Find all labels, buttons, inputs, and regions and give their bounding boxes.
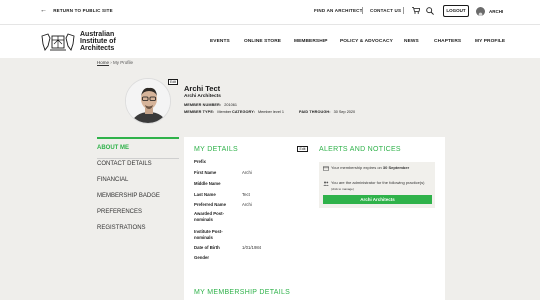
sidebar-item-contact-details[interactable]: CONTACT DETAILS	[97, 161, 152, 167]
field-value: 1/01/1984	[242, 245, 262, 250]
return-to-public-site-link[interactable]: ← RETURN TO PUBLIC SITE	[40, 6, 113, 14]
field-value: Archi	[242, 202, 252, 207]
sidebar-item-membership-badge[interactable]: MEMBERSHIP BADGE	[97, 193, 160, 199]
meta-label: PAID THROUGH:	[299, 110, 331, 114]
field-label: Gender	[194, 255, 210, 260]
nav-online-store[interactable]: ONLINE STORE	[244, 39, 281, 44]
divider	[403, 7, 404, 14]
contact-us-link[interactable]: CONTACT US	[370, 8, 401, 13]
meta-label: MEMBER TYPE:	[184, 110, 215, 114]
users-icon	[323, 181, 329, 186]
membership-details-title: MY MEMBERSHIP DETAILS	[194, 289, 291, 296]
member-number: MEMBER NUMBER: 201061	[184, 103, 237, 107]
nav-chapters[interactable]: CHAPTERS	[434, 39, 461, 44]
practice-button[interactable]: Archi Architects	[323, 195, 432, 204]
breadcrumb-home[interactable]: Home	[97, 60, 109, 65]
expiry-notice: Your membership expires on 30 September	[331, 165, 409, 171]
field-value: Archi	[242, 170, 252, 175]
sidebar-item-preferences[interactable]: PREFERENCES	[97, 209, 142, 215]
breadcrumb-current: My Profile	[113, 60, 134, 65]
meta-value: Member	[217, 110, 232, 114]
search-icon[interactable]	[426, 7, 434, 15]
find-architect-link[interactable]: FIND AN ARCHITECT	[314, 8, 363, 13]
sidebar-item-financial[interactable]: FINANCIAL	[97, 177, 128, 183]
brand-name[interactable]: Australian Institute of Architects	[80, 31, 116, 53]
aia-crest-logo[interactable]	[40, 32, 76, 52]
field-label: Preferred Name	[194, 202, 227, 207]
divider	[362, 7, 363, 14]
breadcrumb-separator: ›	[110, 60, 112, 65]
field-label: Last Name	[194, 192, 216, 197]
meta-label: MEMBER NUMBER:	[184, 103, 222, 107]
nav-events[interactable]: EVENTS	[210, 39, 230, 44]
brand-line: Institute of	[80, 38, 116, 46]
nav-policy-advocacy[interactable]: POLICY & ADVOCACY	[340, 39, 393, 44]
admin-notice: You are the administrator for the follow…	[331, 180, 431, 192]
paid-through: PAID THROUGH: 30 Sep 2020	[299, 110, 355, 114]
logout-button[interactable]: LOGOUT	[443, 5, 469, 17]
main-navbar: Australian Institute of Architects EVENT…	[0, 24, 540, 58]
admin-hint: (click to manage)	[331, 186, 354, 191]
nav-news[interactable]: NEWS	[404, 39, 419, 44]
field-label: Prefix	[194, 159, 206, 164]
user-avatar[interactable]	[476, 7, 485, 16]
nav-my-profile[interactable]: MY PROFILE	[475, 39, 505, 44]
my-details-title: MY DETAILS	[194, 146, 238, 153]
return-label: RETURN TO PUBLIC SITE	[53, 8, 113, 13]
expiry-date: 30 September	[382, 165, 410, 170]
edit-photo-button[interactable]: Edit	[168, 79, 178, 85]
top-utility-bar: ← RETURN TO PUBLIC SITE FIND AN ARCHITEC…	[0, 0, 540, 24]
meta-value: Member level 1	[257, 110, 284, 114]
arrow-left-icon: ←	[40, 6, 48, 14]
field-label: Institute Post-nominals	[194, 229, 223, 240]
expiry-text: Your membership expires on	[331, 165, 382, 170]
field-label: Date of Birth	[194, 245, 220, 250]
admin-text: You are the administrator for the follow…	[331, 180, 425, 185]
brand-line: Architects	[80, 45, 115, 53]
cart-icon[interactable]	[412, 7, 420, 14]
brand-line: Australian	[80, 31, 115, 38]
field-label: Middle Name	[194, 181, 221, 186]
meta-value: 30 Sep 2020	[333, 110, 356, 114]
nav-membership[interactable]: MEMBERSHIP	[294, 39, 328, 44]
member-type: MEMBER TYPE: Member	[184, 110, 231, 114]
profile-photo	[125, 78, 171, 124]
field-label: Awarded Post-nominals	[194, 211, 225, 222]
profile-organisation: Archi Architects	[184, 94, 221, 99]
active-tab-indicator	[97, 137, 179, 139]
edit-details-button[interactable]: Edit	[297, 146, 308, 152]
sidebar-item-about-me[interactable]: ABOUT ME	[97, 145, 129, 151]
field-label: First Name	[194, 170, 217, 175]
alerts-title: ALERTS AND NOTICES	[319, 146, 401, 153]
meta-value: 201061	[224, 103, 237, 107]
meta-label: CATEGORY:	[232, 110, 255, 114]
card-icon	[323, 166, 329, 171]
profile-name: Archi Tect	[184, 84, 221, 93]
divider	[97, 158, 179, 159]
user-name[interactable]: ARCHI	[489, 9, 503, 14]
category: CATEGORY: Member level 1	[232, 110, 284, 114]
breadcrumb: Home › My Profile	[97, 60, 133, 65]
sidebar-item-registrations[interactable]: REGISTRATIONS	[97, 225, 146, 231]
field-value: Tect	[242, 192, 250, 197]
